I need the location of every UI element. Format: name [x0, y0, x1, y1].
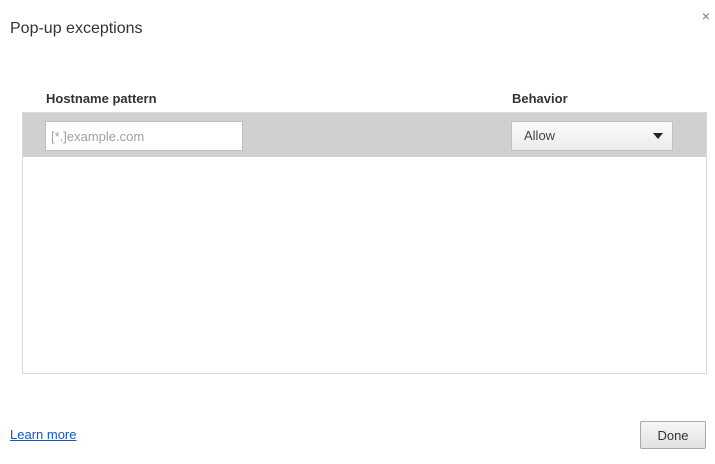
- exceptions-list[interactable]: Allow: [22, 112, 707, 374]
- dialog-title: Pop-up exceptions: [10, 20, 143, 37]
- hostname-column-header: Hostname pattern: [46, 91, 157, 106]
- popup-exceptions-dialog: Pop-up exceptions × Hostname pattern Beh…: [0, 0, 715, 464]
- behavior-select[interactable]: Allow: [511, 121, 673, 151]
- chevron-down-icon: [653, 133, 663, 139]
- done-button[interactable]: Done: [640, 421, 706, 449]
- behavior-column-header: Behavior: [512, 91, 568, 106]
- learn-more-link[interactable]: Learn more: [10, 426, 76, 444]
- behavior-selected-value: Allow: [524, 128, 556, 143]
- hostname-pattern-input[interactable]: [45, 121, 243, 151]
- close-icon[interactable]: ×: [699, 8, 713, 24]
- list-item-new-exception[interactable]: Allow: [23, 113, 706, 157]
